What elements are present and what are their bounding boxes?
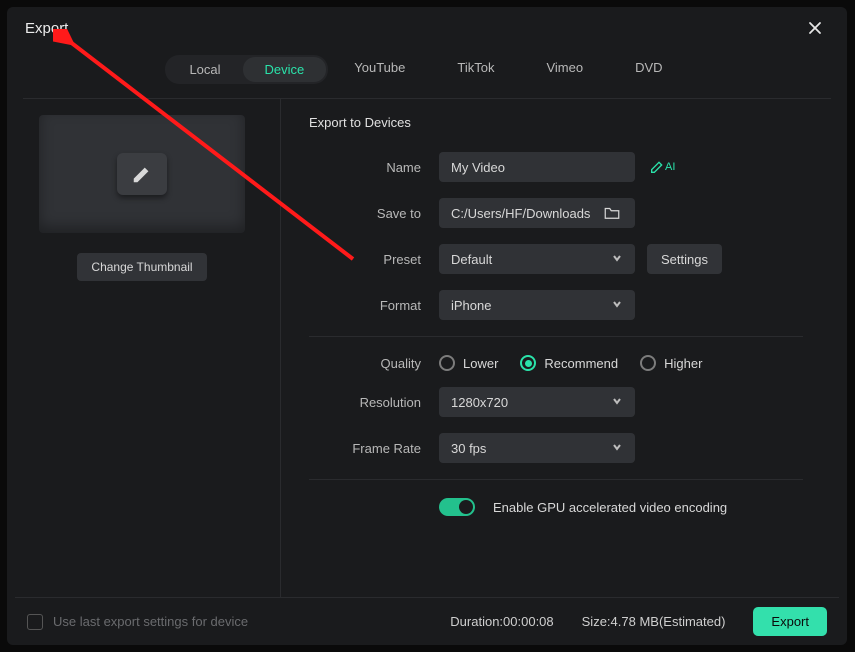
size-stat: Size:4.78 MB(Estimated)	[582, 614, 726, 629]
chevron-down-icon	[611, 252, 623, 267]
resolution-label: Resolution	[309, 395, 439, 410]
use-last-settings-label: Use last export settings for device	[53, 614, 248, 629]
preset-label: Preset	[309, 252, 439, 267]
name-input[interactable]	[439, 152, 635, 182]
footer: Use last export settings for device Dura…	[15, 597, 839, 645]
change-thumbnail-button[interactable]: Change Thumbnail	[77, 253, 207, 281]
framerate-label: Frame Rate	[309, 441, 439, 456]
resolution-select[interactable]: 1280x720	[439, 387, 635, 417]
tab-tiktok[interactable]: TikTok	[431, 55, 520, 84]
export-tabs: Local Device YouTube TikTok Vimeo DVD	[7, 55, 847, 84]
folder-icon[interactable]	[603, 204, 621, 222]
tab-youtube[interactable]: YouTube	[328, 55, 431, 84]
tabstrip-inner: Local Device	[165, 55, 328, 84]
tab-dvd[interactable]: DVD	[609, 55, 688, 84]
gpu-toggle[interactable]	[439, 498, 475, 516]
quality-recommend-radio[interactable]: Recommend	[520, 355, 618, 371]
name-label: Name	[309, 160, 439, 175]
export-button[interactable]: Export	[753, 607, 827, 636]
chevron-down-icon	[611, 298, 623, 313]
preset-value: Default	[451, 252, 492, 267]
quality-radios: Lower Recommend Higher	[439, 355, 702, 371]
save-label: Save to	[309, 206, 439, 221]
gpu-label: Enable GPU accelerated video encoding	[493, 500, 727, 515]
edit-thumbnail-icon	[117, 153, 167, 195]
thumbnail-panel: Change Thumbnail	[23, 99, 281, 597]
duration-stat: Duration:00:00:08	[450, 614, 553, 629]
tab-local[interactable]: Local	[167, 57, 242, 82]
chevron-down-icon	[611, 441, 623, 456]
divider	[309, 336, 803, 337]
format-value: iPhone	[451, 298, 491, 313]
titlebar: Export	[7, 7, 847, 49]
preset-select[interactable]: Default	[439, 244, 635, 274]
quality-lower-radio[interactable]: Lower	[439, 355, 498, 371]
quality-higher-radio[interactable]: Higher	[640, 355, 702, 371]
chevron-down-icon	[611, 395, 623, 410]
quality-label: Quality	[309, 356, 439, 371]
use-last-settings-checkbox[interactable]	[27, 614, 43, 630]
framerate-value: 30 fps	[451, 441, 486, 456]
tab-device[interactable]: Device	[243, 57, 327, 82]
format-select[interactable]: iPhone	[439, 290, 635, 320]
window-title: Export	[25, 20, 68, 37]
ai-rename-icon[interactable]: AI	[649, 159, 675, 175]
close-icon[interactable]	[801, 14, 829, 42]
format-label: Format	[309, 298, 439, 313]
export-form: Export to Devices Name AI Save to Preset…	[281, 99, 831, 597]
section-title: Export to Devices	[309, 115, 803, 130]
framerate-select[interactable]: 30 fps	[439, 433, 635, 463]
resolution-value: 1280x720	[451, 395, 508, 410]
thumbnail-preview[interactable]	[39, 115, 245, 233]
divider	[309, 479, 803, 480]
tab-vimeo[interactable]: Vimeo	[520, 55, 609, 84]
export-dialog: Export Local Device YouTube TikTok Vimeo…	[7, 7, 847, 645]
preset-settings-button[interactable]: Settings	[647, 244, 722, 274]
